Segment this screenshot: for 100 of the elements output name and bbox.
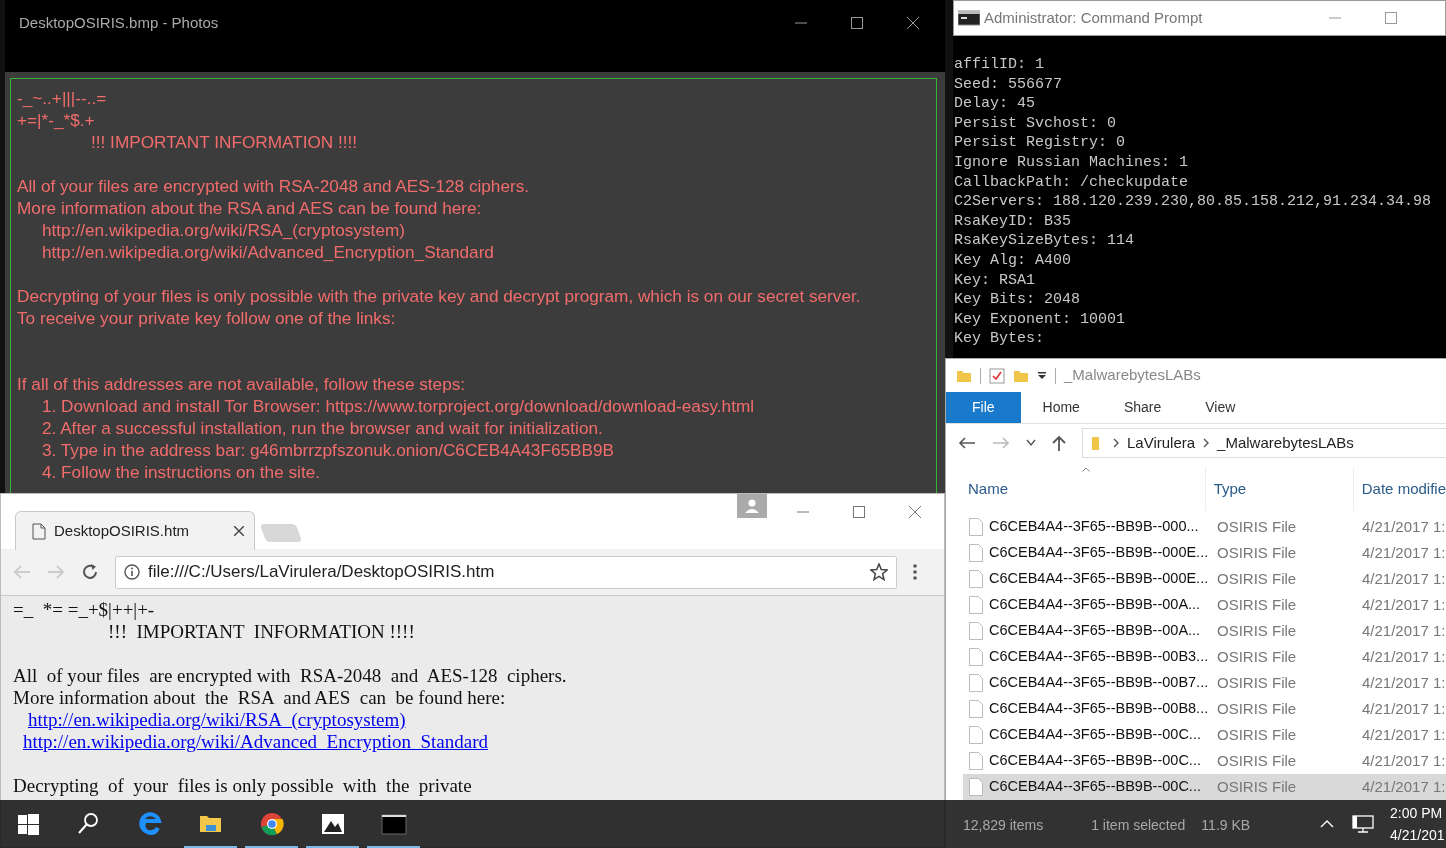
breadcrumb-item[interactable]: _MalwarebytesLABs xyxy=(1217,431,1354,455)
browser-icon xyxy=(136,811,163,837)
windows-icon xyxy=(16,811,42,837)
note-text: 2. After a successful installation, run the browser and wait for initialization. xyxy=(41,417,604,439)
console-line: Key: RSA1 xyxy=(954,270,1036,291)
file-date: 4/21/2017 1: xyxy=(1362,724,1446,745)
file-row[interactable]: C6CEB4A4--3F65--BB9B--00C... OSIRIS File 4/21/2017 1: xyxy=(963,748,1446,774)
note-text: All of your files are encrypted with RSA-2048 and AES-128 ciphers. xyxy=(17,175,531,197)
chevron-icon xyxy=(1113,438,1119,448)
console-line: Key Bytes: xyxy=(954,329,1045,349)
window-title: _MalwarebytesLABs xyxy=(1064,365,1201,386)
file-icon xyxy=(969,726,983,744)
sort-icon xyxy=(1082,467,1090,472)
file-name: C6CEB4A4--3F65--BB9B--00C... xyxy=(989,777,1201,797)
up-icon[interactable] xyxy=(1052,435,1066,451)
console-line: CallbackPath: /checkupdate xyxy=(954,172,1190,193)
close-icon[interactable] xyxy=(234,526,244,536)
ribbon-tab[interactable]: Home xyxy=(1020,392,1102,423)
file-name: C6CEB4A4--3F65--BB9B--00C... xyxy=(989,751,1201,771)
properties-icon[interactable] xyxy=(989,367,1005,384)
file-row[interactable]: C6CEB4A4--3F65--BB9B--00B3... OSIRIS File 4/21/2017 1: xyxy=(963,644,1446,670)
console-line: RsaKeyID: B35 xyxy=(954,211,1073,232)
star-icon[interactable] xyxy=(870,563,888,581)
file-name: C6CEB4A4--3F65--BB9B--00B3... xyxy=(989,647,1209,667)
note-text: +=|*-_*$.+ xyxy=(17,109,96,131)
column-header[interactable]: Type xyxy=(1213,477,1247,501)
file-date: 4/21/2017 1: xyxy=(1362,516,1446,537)
file-type: OSIRIS File xyxy=(1216,672,1298,693)
link[interactable]: http://en.wikipedia.org/wiki/RSA_(cryptosystem) xyxy=(28,709,406,730)
column-header[interactable]: Name xyxy=(968,477,1008,501)
close-button[interactable] xyxy=(907,17,919,29)
heading-text: !!! IMPORTANT INFORMATION !!!! xyxy=(108,621,415,642)
file-row[interactable]: C6CEB4A4--3F65--BB9B--000E... OSIRIS File 4/21/2017 1: xyxy=(963,540,1446,566)
info-icon xyxy=(124,564,140,580)
file-name: C6CEB4A4--3F65--BB9B--00B8... xyxy=(989,699,1209,719)
console-line: Delay: 45 xyxy=(954,94,1036,114)
back-icon[interactable] xyxy=(958,436,976,450)
window-title: DesktopOSIRIS.bmp - Photos xyxy=(19,12,219,33)
file-type: OSIRIS File xyxy=(1216,516,1298,537)
clock[interactable]: 2:00 PM 4/21/201 xyxy=(1390,802,1446,846)
note-text: http://en.wikipedia.org/wiki/RSA_(cryptosystem) xyxy=(41,219,406,241)
file-name: C6CEB4A4--3F65--BB9B--00B7... xyxy=(989,673,1209,693)
file-row[interactable]: C6CEB4A4--3F65--BB9B--000... OSIRIS File 4/21/2017 1: xyxy=(963,514,1446,540)
file-date: 4/21/2017 1: xyxy=(1362,620,1446,641)
file-type: OSIRIS File xyxy=(1216,724,1298,745)
file-date: 4/21/2017 1: xyxy=(1362,646,1446,667)
file-type: OSIRIS File xyxy=(1216,750,1298,771)
console-line: C2Servers: 188.120.239.230,80.85.158.212,91.234.34.98 xyxy=(954,192,1433,212)
address-bar[interactable]: file:///C:/Users/LaVirulera/DesktopOSIRIS.htm xyxy=(115,555,897,589)
file-row[interactable]: C6CEB4A4--3F65--BB9B--00C... OSIRIS File 4/21/2017 1: xyxy=(963,774,1446,800)
dropdown-icon[interactable] xyxy=(1037,370,1047,381)
chevron-icon xyxy=(1203,438,1210,448)
recent-locations-icon[interactable] xyxy=(1026,439,1036,447)
window-title: Administrator: Command Prompt xyxy=(984,7,1203,28)
file-row[interactable]: C6CEB4A4--3F65--BB9B--00A... OSIRIS File 4/21/2017 1: xyxy=(963,592,1446,618)
file-row[interactable]: C6CEB4A4--3F65--BB9B--00A... OSIRIS File 4/21/2017 1: xyxy=(963,618,1446,644)
console-line: Key Alg: A400 xyxy=(954,250,1073,271)
terminal-icon xyxy=(380,811,407,837)
document-icon xyxy=(32,522,46,540)
note-text: 3. Type in the address bar: g46mbrrzpfszonuk.onion/C6CEB4A43F65BB9B xyxy=(41,439,615,461)
close-button[interactable] xyxy=(909,506,921,518)
file-type: OSIRIS File xyxy=(1216,646,1298,667)
file-icon xyxy=(969,596,983,614)
maximize-button[interactable] xyxy=(853,506,865,518)
file-icon xyxy=(969,570,983,588)
column-header[interactable]: Date modifie xyxy=(1361,477,1446,501)
menu-icon[interactable] xyxy=(913,564,917,580)
note-text: 1. Download and install Tor Browser: https://www.torproject.org/download/download-easy.html xyxy=(41,395,756,417)
link[interactable]: http://en.wikipedia.org/wiki/Advanced_Encryption_Standard xyxy=(23,731,489,752)
file-date: 4/21/2017 1: xyxy=(1362,568,1446,589)
file-date: 4/21/2017 1: xyxy=(1362,750,1446,771)
ribbon-tab[interactable]: Share xyxy=(1101,392,1184,423)
file-name: C6CEB4A4--3F65--BB9B--00C... xyxy=(989,725,1201,745)
file-date: 4/21/2017 1: xyxy=(1362,672,1446,693)
console-icon xyxy=(958,10,980,26)
file-icon xyxy=(969,622,983,640)
show-hidden-icons-icon[interactable] xyxy=(1320,820,1334,828)
reload-icon[interactable] xyxy=(81,563,99,581)
file-row[interactable]: C6CEB4A4--3F65--BB9B--00B8... OSIRIS File 4/21/2017 1: xyxy=(963,696,1446,722)
browser-tab[interactable]: DesktopOSIRIS.htm xyxy=(15,511,255,550)
file-icon xyxy=(969,648,983,666)
file-row[interactable]: C6CEB4A4--3F65--BB9B--00B7... OSIRIS File 4/21/2017 1: xyxy=(963,670,1446,696)
file-row[interactable]: C6CEB4A4--3F65--BB9B--00C... OSIRIS File 4/21/2017 1: xyxy=(963,722,1446,748)
file-name: C6CEB4A4--3F65--BB9B--000E... xyxy=(989,569,1209,589)
ribbon-tab[interactable]: View xyxy=(1183,392,1258,423)
breadcrumb-item[interactable]: LaVirulera xyxy=(1127,431,1196,455)
file-icon xyxy=(969,700,983,718)
ribbon-tab[interactable]: File xyxy=(946,392,1021,423)
page-text: More information about the RSA and AES can be found here: xyxy=(13,687,506,708)
address-bar[interactable]: LaVirulera _MalwarebytesLABs xyxy=(1082,428,1446,458)
heading-text: !!! IMPORTANT INFORMATION !!!! xyxy=(90,131,359,153)
note-text: To receive your private key follow one of the links: xyxy=(17,307,397,329)
console-line: Ignore Russian Machines: 1 xyxy=(954,152,1190,173)
file-row[interactable]: C6CEB4A4--3F65--BB9B--000E... OSIRIS File 4/21/2017 1: xyxy=(963,566,1446,592)
image-icon xyxy=(319,811,346,837)
console-line: RsaKeySizeBytes: 114 xyxy=(954,231,1136,251)
file-date: 4/21/2017 1: xyxy=(1362,698,1446,719)
maximize-button[interactable] xyxy=(851,17,863,29)
console-line: affilID: 1 xyxy=(954,55,1045,75)
console-line: Key Exponent: 10001 xyxy=(954,309,1127,330)
